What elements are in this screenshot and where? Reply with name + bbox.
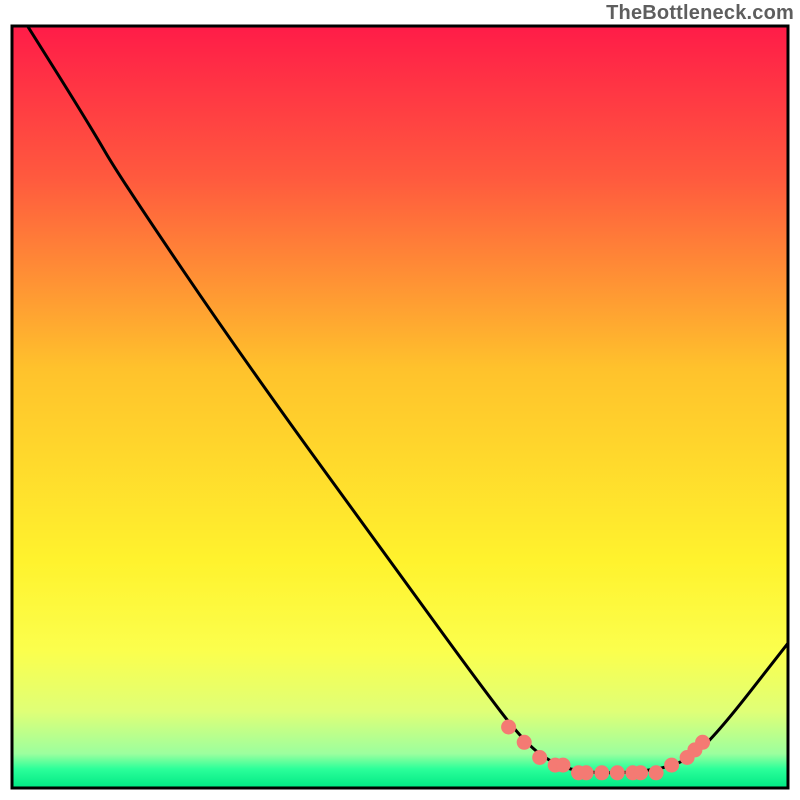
data-dot: [595, 766, 609, 780]
background-gradient: [12, 26, 788, 788]
data-dot: [696, 735, 710, 749]
data-dot: [556, 758, 570, 772]
data-dot: [665, 758, 679, 772]
data-dot: [502, 720, 516, 734]
chart-container: TheBottleneck.com: [0, 0, 800, 800]
data-dot: [533, 751, 547, 765]
data-dot: [517, 735, 531, 749]
chart-svg: [0, 0, 800, 800]
data-dot: [649, 766, 663, 780]
data-dot: [579, 766, 593, 780]
data-dot: [634, 766, 648, 780]
data-dot: [610, 766, 624, 780]
